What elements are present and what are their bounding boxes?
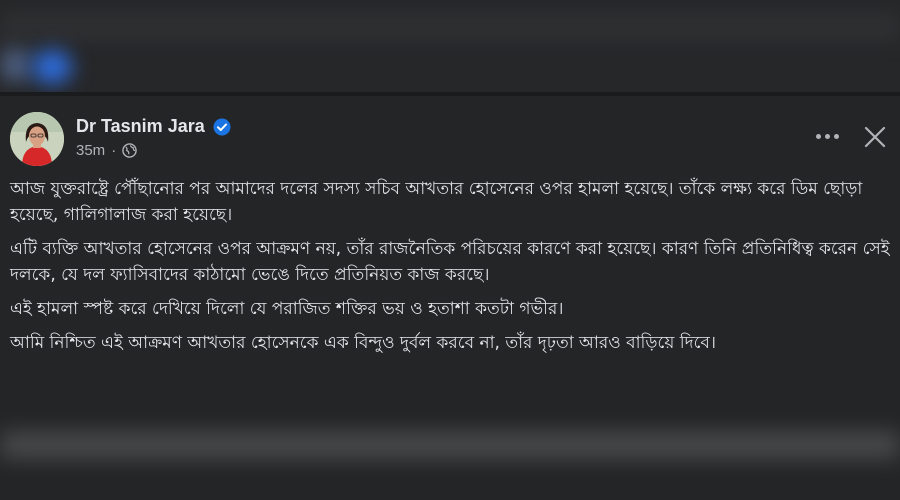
more-options-icon[interactable] [812,124,842,148]
post-paragraph-3: এই হামলা স্পষ্ট করে দেখিয়ে দিলো যে পরাজ… [10,299,564,319]
author-row: Dr Tasnim Jara [76,116,231,137]
post-paragraph-1: আজ যুক্তরাষ্ট্রে পৌঁছানোর পর আমাদের দলের… [10,179,863,225]
post-card: Dr Tasnim Jara 35m · আজ যুক্তরাষ্ট্রে পৌ… [0,96,900,408]
meta-separator: · [111,142,117,159]
post-timestamp[interactable]: 35m [76,142,105,159]
blurred-element [0,48,30,82]
verified-badge-icon [213,118,231,135]
blurred-previous-post [0,0,900,92]
close-icon[interactable] [862,124,888,150]
globe-icon[interactable] [122,143,137,158]
blurred-text-line [0,432,900,458]
blurred-band [0,12,900,42]
post-meta: 35m · [76,142,137,159]
post-body: আজ যুক্তরাষ্ট্রে পৌঁছানোর পর আমাদের দলের… [10,176,890,364]
post-paragraph-4: আমি নিশ্চিত এই আক্রমণ আখতার হোসেনকে এক ব… [10,333,716,353]
blurred-next-content [0,408,900,500]
author-avatar[interactable] [10,112,64,166]
post-paragraph-2: এটি ব্যক্তি আখতার হোসেনের ওপর আক্রমণ নয়… [10,239,890,285]
author-name[interactable]: Dr Tasnim Jara [76,116,205,137]
blurred-link-icon [32,50,72,84]
